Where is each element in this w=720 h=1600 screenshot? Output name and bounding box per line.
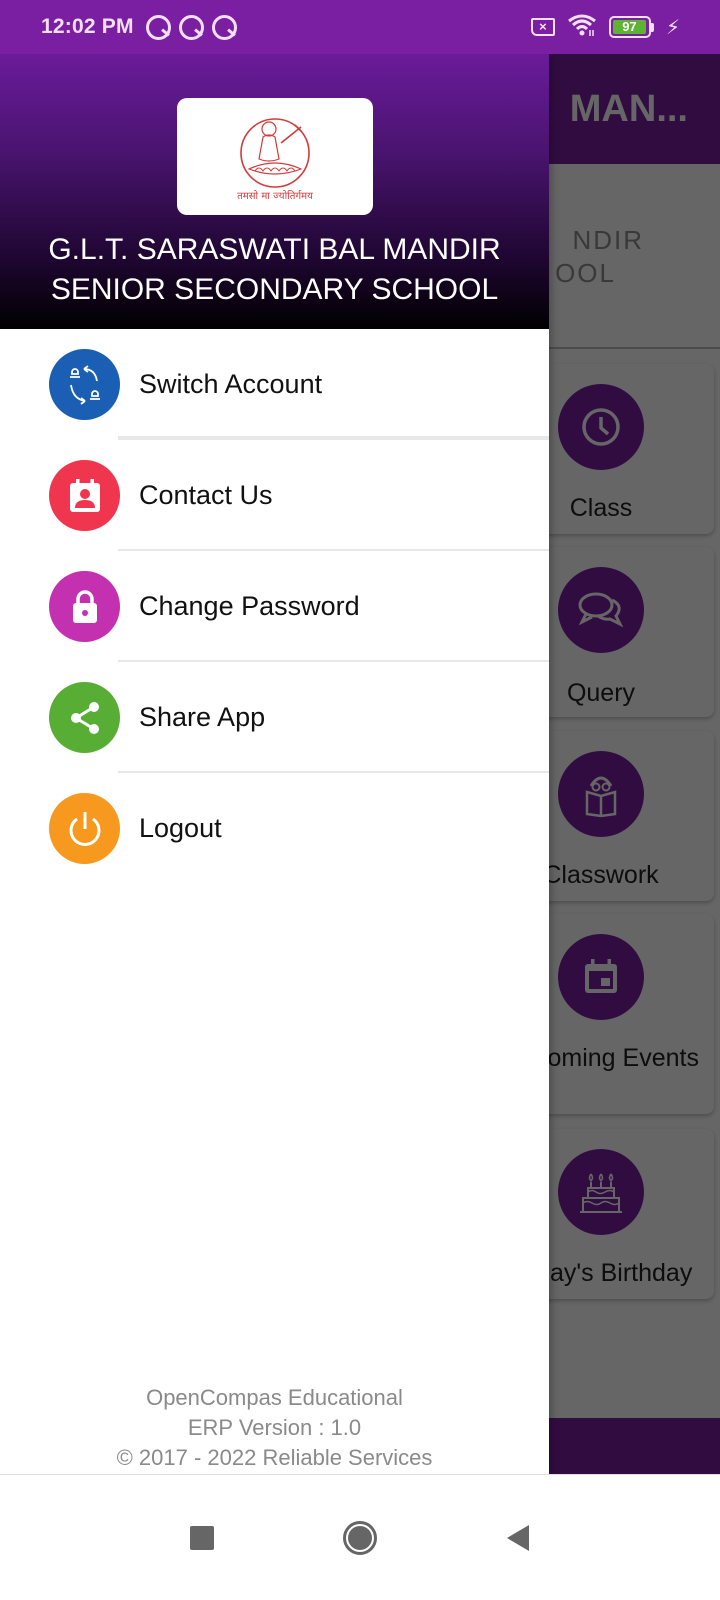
menu-item-switch-account[interactable]: Switch Account (0, 329, 549, 440)
contact-card-icon (49, 460, 120, 531)
logo-motto: तमसो मा ज्योतिर्गमय (237, 190, 313, 202)
menu-item-logout[interactable]: Logout (0, 773, 549, 884)
back-button[interactable] (494, 1514, 542, 1562)
school-name: G.L.T. SARASWATI BAL MANDIR SENIOR SECON… (0, 230, 549, 310)
share-icon (49, 682, 120, 753)
menu-item-label: Contact Us (139, 480, 273, 510)
q-notification-icon (211, 14, 237, 40)
footer-copyright: © 2017 - 2022 Reliable Services (116, 1445, 433, 1470)
school-logo: तमसो मा ज्योतिर्गमय (177, 98, 373, 215)
status-bar: 12:02 PM × 97 ⚡ (0, 0, 720, 54)
menu-item-change-password[interactable]: Change Password (0, 551, 549, 662)
navigation-drawer: तमसो मा ज्योतिर्गमय G.L.T. SARASWATI BAL… (0, 54, 549, 1474)
drawer-menu: Switch Account Contact Us Change Passwor… (0, 329, 549, 884)
lock-icon (49, 571, 120, 642)
recents-icon (190, 1525, 214, 1550)
battery-level: 97 (612, 20, 646, 34)
q-notification-icon (178, 14, 204, 40)
recents-button[interactable] (178, 1514, 226, 1562)
battery-icon: 97 (608, 16, 654, 38)
switch-account-icon (49, 349, 120, 420)
wifi-icon (567, 13, 597, 42)
status-right: × 97 ⚡ (530, 13, 680, 42)
menu-item-label: Switch Account (139, 369, 323, 399)
no-sim-icon: × (530, 18, 555, 36)
school-name-line1: G.L.T. SARASWATI BAL MANDIR (48, 233, 501, 266)
back-icon (507, 1524, 529, 1551)
drawer-footer: OpenCompas Educational ERP Version : 1.0… (0, 1383, 549, 1474)
charging-icon: ⚡ (665, 16, 680, 39)
home-button[interactable] (336, 1514, 384, 1562)
power-icon (49, 793, 120, 864)
q-notification-icon (145, 14, 171, 40)
drawer-header: तमसो मा ज्योतिर्गमय G.L.T. SARASWATI BAL… (0, 54, 549, 329)
footer-version: ERP Version : 1.0 (187, 1415, 362, 1440)
notification-icons (145, 14, 237, 40)
footer-product-name: OpenCompas Educational (146, 1385, 403, 1410)
menu-item-share-app[interactable]: Share App (0, 662, 549, 773)
menu-item-label: Change Password (139, 591, 360, 621)
status-time: 12:02 PM (41, 15, 134, 38)
menu-item-label: Share App (139, 702, 266, 732)
school-name-line2: SENIOR SECONDARY SCHOOL (50, 273, 499, 306)
saraswati-emblem-icon: तमसो मा ज्योतिर्गमय (237, 117, 313, 202)
menu-item-label: Logout (139, 813, 222, 843)
home-icon (343, 1520, 377, 1555)
screen: 12:02 PM × 97 ⚡ तमसो मा ज्योतिर्गमय G.L.… (0, 0, 720, 1600)
menu-item-contact-us[interactable]: Contact Us (0, 440, 549, 551)
system-nav-bar (0, 1474, 720, 1600)
